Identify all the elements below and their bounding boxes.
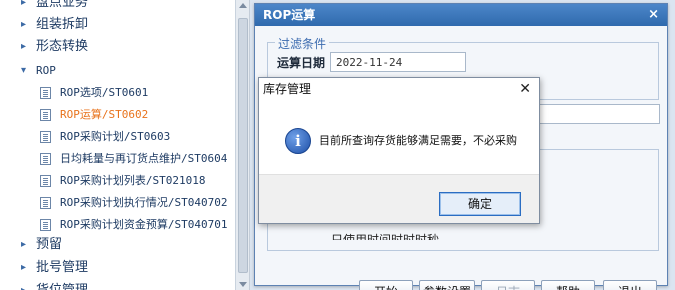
info-icon-glyph: i [295,132,301,150]
tree-item-rop-options[interactable]: ROP选项/ST0601 [0,82,235,104]
tree-item-inventory-count[interactable]: ▸ 盘点业务 [0,0,235,14]
tree-item-label: ROP采购计划/ST0603 [60,130,171,143]
ok-button[interactable]: 确定 [439,192,521,216]
tree-item-batch-management[interactable]: ▸ 批号管理 [0,257,235,279]
dialog-message: 目前所查询存货能够满足需要，不必采购 [319,134,517,147]
chevron-down-icon: ▾ [21,65,27,76]
chevron-right-icon: ▸ [21,239,27,250]
chevron-right-icon: ▸ [21,262,27,273]
tree-item-label: ROP采购计划资金预算/ST040701 [60,218,228,231]
tree-item-rop-purchase-plan[interactable]: ROP采购计划/ST0603 [0,126,235,148]
tree-item-label: ROP选项/ST0601 [60,86,149,99]
tree-item-daily-consumption[interactable]: 日均耗量与再订货点维护/ST0604 [0,148,235,170]
tree-item-rop-plan-list[interactable]: ROP采购计划列表/ST021018 [0,170,235,192]
tree-item-label: ROP运算/ST0602 [60,108,149,121]
tree-item-reserve[interactable]: ▸ 预留 [0,234,235,256]
scrollbar-thumb[interactable] [238,18,248,273]
tree-item-label: ROP [36,64,56,77]
document-icon [40,87,51,99]
document-icon [40,197,51,209]
document-icon [40,219,51,231]
dialog-footer: 确定 [259,174,539,223]
exit-button[interactable]: 退出 [603,280,657,290]
info-icon: i [285,128,311,154]
tree-item-label: 货位管理 [36,280,88,290]
navigation-tree: ▸ 盘点业务 ▸ 组装拆卸 ▸ 形态转换 ▾ ROP ROP选项/ST0601 … [0,0,236,290]
tree-item-rop-plan-budget[interactable]: ROP采购计划资金预算/ST040701 [0,214,235,236]
chevron-right-icon: ▸ [21,41,27,52]
tree-item-label: ROP采购计划执行情况/ST040702 [60,196,228,209]
calculation-date-input[interactable] [330,52,466,72]
tree-item-label: ROP采购计划列表/ST021018 [60,174,206,187]
tree-item-location-management[interactable]: ▸ 货位管理 [0,280,235,290]
rop-window-titlebar[interactable]: ROP运算 × [255,4,667,26]
tree-item-label: 预留 [36,237,63,252]
tree-item-label: 批号管理 [36,260,89,275]
close-icon[interactable]: × [648,4,659,26]
tree-item-rop[interactable]: ▾ ROP [0,60,235,82]
tree-item-rop-calculation[interactable]: ROP运算/ST0602 [0,104,235,126]
dialog-title: 库存管理 [263,82,312,96]
log-button[interactable]: 日志 [481,280,535,290]
document-icon [40,109,51,121]
help-button[interactable]: 帮助 [541,280,595,290]
start-button[interactable]: 开始 [359,280,413,290]
obscured-input-field[interactable] [534,104,660,124]
inventory-message-dialog: 库存管理 ✕ i 目前所查询存货能够满足需要，不必采购 确定 [258,77,540,224]
sidebar-scrollbar[interactable] [236,0,250,290]
chevron-right-icon: ▸ [21,19,27,30]
parameter-settings-button[interactable]: 参数设置 [419,280,475,290]
tree-item-label: 日均耗量与再订货点维护/ST0604 [60,152,228,165]
tree-item-label: 组装拆卸 [36,17,89,32]
partially-hidden-text: 只使用时间时时时秒 [331,233,440,240]
chevron-right-icon: ▸ [21,280,31,290]
tree-item-label: 盘点业务 [36,0,89,10]
scroll-down-arrow-icon[interactable] [239,282,247,287]
tree-item-assembly[interactable]: ▸ 组装拆卸 [0,14,235,36]
document-icon [40,175,51,187]
dialog-content: i 目前所查询存货能够满足需要，不必采购 [259,100,539,174]
document-icon [40,153,51,165]
filter-legend: 过滤条件 [275,35,330,52]
tree-item-label: 形态转换 [36,39,89,54]
dialog-titlebar[interactable]: 库存管理 ✕ [259,78,539,100]
chevron-right-icon: ▸ [21,0,27,8]
tree-item-rop-plan-execution[interactable]: ROP采购计划执行情况/ST040702 [0,192,235,214]
rop-window-title: ROP运算 [263,8,316,22]
calculation-date-label: 运算日期 [277,56,326,70]
document-icon [40,131,51,143]
scroll-up-arrow-icon[interactable] [239,3,247,8]
close-icon[interactable]: ✕ [519,78,531,100]
tree-item-form-conversion[interactable]: ▸ 形态转换 [0,36,235,58]
